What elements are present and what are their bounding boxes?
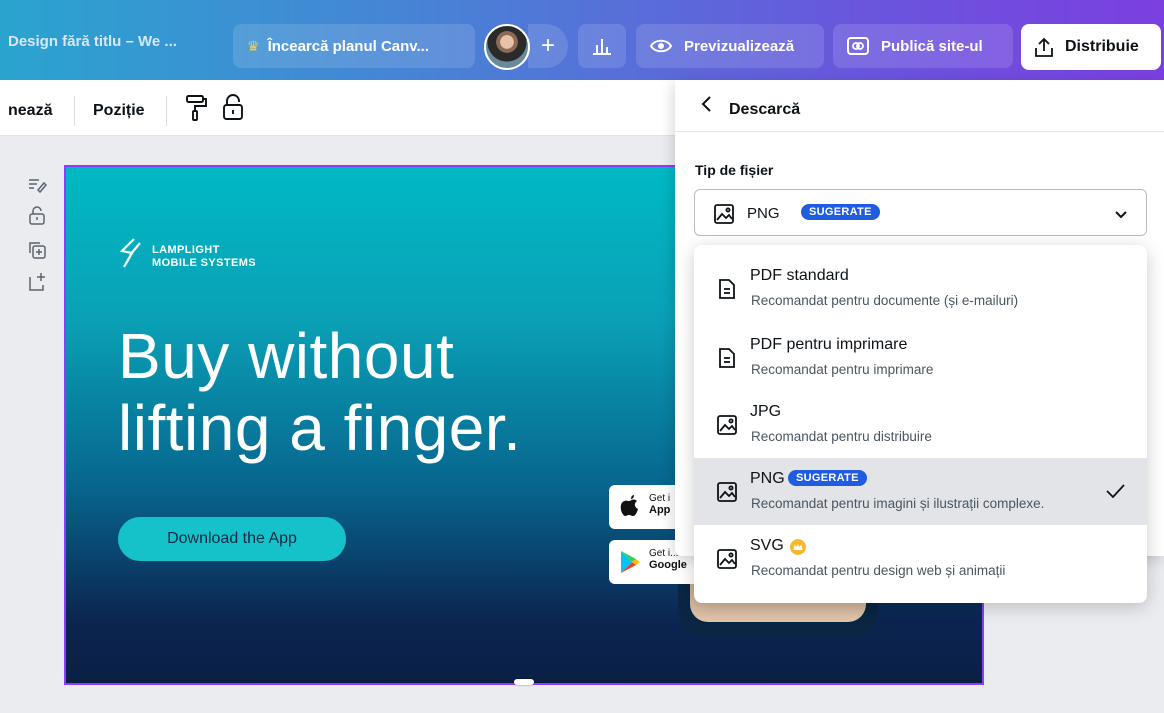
lock-icon[interactable]	[27, 205, 47, 225]
avatar[interactable]	[484, 24, 530, 70]
plus-icon: +	[540, 32, 555, 59]
file-type-select[interactable]: PNG SUGERATE	[694, 189, 1147, 236]
headline-line-1: Buy without	[118, 320, 455, 392]
page-resize-handle[interactable]	[514, 679, 534, 685]
share-button[interactable]: Distribuie	[1021, 24, 1161, 70]
appstore-small-text: Get i	[649, 493, 671, 504]
google-play-icon	[621, 551, 640, 573]
publish-label: Publică site-ul	[881, 37, 983, 55]
notes-icon[interactable]	[27, 175, 47, 195]
top-bar: Design fără titlu – We ... ♛ Încearcă pl…	[0, 0, 1164, 80]
option-png[interactable]: PNG SUGERATE Recomandat pentru imagini ș…	[694, 458, 1147, 525]
headline: Buy without lifting a finger.	[118, 320, 521, 464]
insights-button[interactable]	[578, 24, 626, 68]
crown-icon: ♛	[247, 37, 260, 54]
image-icon	[717, 482, 737, 502]
duplicate-icon[interactable]	[27, 240, 47, 260]
chevron-down-icon	[1115, 211, 1127, 219]
lamplight-logo-icon	[119, 238, 141, 268]
add-page-icon[interactable]	[27, 272, 47, 292]
googleplay-small-text: Get i...	[649, 548, 679, 559]
image-icon	[717, 549, 737, 569]
download-app-button: Download the App	[118, 517, 346, 561]
option-title: PDF standard	[750, 267, 849, 284]
apple-icon	[620, 495, 638, 516]
share-label: Distribuie	[1065, 38, 1139, 55]
option-pdf-print[interactable]: PDF pentru imprimare Recomandat pentru i…	[694, 324, 1147, 391]
googleplay-big-text: Google	[649, 559, 687, 571]
document-title[interactable]: Design fără titlu – We ...	[8, 33, 177, 50]
lock-icon[interactable]	[222, 93, 244, 121]
try-plan-button[interactable]: ♛ Încearcă planul Canv...	[233, 24, 475, 68]
preview-label: Previzualizează	[684, 37, 795, 55]
option-description: Recomandat pentru imprimare	[751, 362, 934, 377]
option-description: Recomandat pentru design web și animații	[751, 563, 1006, 578]
animate-button[interactable]: nează	[8, 102, 52, 120]
suggested-badge: SUGERATE	[788, 470, 867, 486]
brand-line-2: MOBILE SYSTEMS	[152, 257, 256, 269]
suggested-badge: SUGERATE	[801, 204, 880, 220]
preview-button[interactable]: Previzualizează	[636, 24, 824, 68]
website-icon	[847, 37, 869, 55]
brand-line-1: LAMPLIGHT	[152, 244, 220, 256]
option-description: Recomandat pentru imagini și ilustrații …	[751, 496, 1045, 511]
option-jpg[interactable]: JPG Recomandat pentru distribuire	[694, 391, 1147, 458]
bar-chart-icon	[593, 39, 611, 55]
back-arrow-icon[interactable]	[697, 94, 717, 114]
option-svg[interactable]: SVG Recomandat pentru design web și anim…	[694, 525, 1147, 592]
selected-file-type: PNG	[747, 205, 780, 222]
brand-logo-text: LAMPLIGHT MOBILE SYSTEMS	[152, 244, 256, 270]
file-type-label: Tip de fișier	[695, 162, 774, 178]
premium-crown-icon	[790, 539, 806, 555]
paint-roller-icon[interactable]	[184, 94, 208, 122]
appstore-big-text: App	[649, 504, 671, 516]
option-pdf-standard[interactable]: PDF standard Recomandat pentru documente…	[694, 255, 1147, 322]
file-type-dropdown: PDF standard Recomandat pentru documente…	[694, 245, 1147, 603]
add-collaborator-button[interactable]: +	[528, 24, 568, 68]
panel-title: Descarcă	[729, 101, 801, 118]
option-title: PNG	[750, 470, 785, 487]
canva-editor: Design fără titlu – We ... ♛ Încearcă pl…	[0, 0, 1164, 713]
document-icon	[719, 348, 735, 368]
image-icon	[714, 204, 734, 224]
publish-website-button[interactable]: Publică site-ul	[833, 24, 1013, 68]
option-description: Recomandat pentru documente (și e-mailur…	[751, 293, 1019, 308]
position-button[interactable]: Poziție	[93, 102, 145, 120]
panel-header: Descarcă	[675, 80, 1164, 132]
headline-line-2: lifting a finger.	[118, 392, 522, 464]
option-title: JPG	[750, 403, 782, 420]
option-title: PDF pentru imprimare	[750, 336, 908, 353]
document-icon	[719, 279, 735, 299]
checkmark-icon	[1106, 484, 1125, 499]
toolbar-divider	[166, 96, 167, 126]
image-icon	[717, 415, 737, 435]
try-plan-label: Încearcă planul Canv...	[267, 37, 430, 55]
option-title: SVG	[750, 537, 784, 554]
toolbar-divider	[74, 96, 75, 126]
upload-icon	[1035, 37, 1053, 57]
eye-icon	[650, 39, 672, 53]
option-description: Recomandat pentru distribuire	[751, 429, 932, 444]
